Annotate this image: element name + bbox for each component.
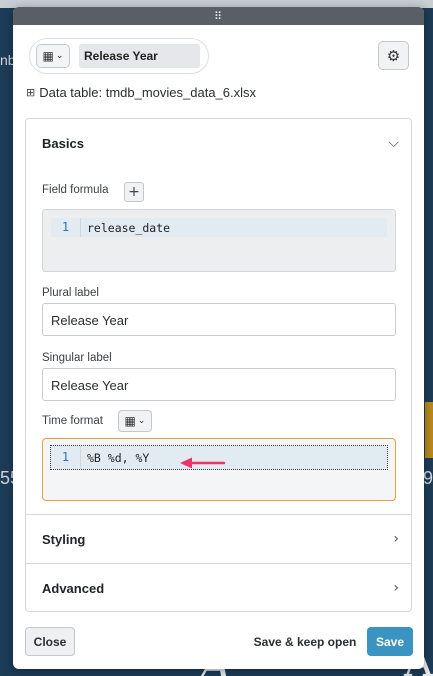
time-format-code-line: 1 %B %d, %Y xyxy=(50,445,388,470)
field-type-dropdown[interactable]: ▦ ⌄ xyxy=(36,44,70,68)
background-right-number: 9 xyxy=(422,468,433,488)
chevron-down-icon: ⌵ xyxy=(388,135,399,151)
pointer-arrow-icon xyxy=(180,457,226,469)
time-format-dropdown[interactable]: ▦ ⌄ xyxy=(118,410,152,432)
save-keep-open-button[interactable]: Save & keep open xyxy=(249,627,361,656)
line-number: 1 xyxy=(51,218,81,237)
chevron-down-icon: ⌄ xyxy=(55,51,64,61)
singular-label-label: Singular label xyxy=(42,352,112,364)
time-format-code: %B %d, %Y xyxy=(87,450,150,465)
formula-code: release_date xyxy=(87,220,171,235)
save-button[interactable]: Save xyxy=(367,627,413,656)
calendar-icon: ▦ xyxy=(42,49,54,63)
field-name-group: ▦ ⌄ Release Year xyxy=(29,38,209,74)
basics-section-header[interactable]: Basics ⌵ xyxy=(26,119,411,167)
chevron-down-icon: ⌄ xyxy=(137,416,146,426)
time-format-editor[interactable]: 1 %B %d, %Y xyxy=(42,438,396,501)
plural-label-input[interactable]: Release Year xyxy=(42,303,396,336)
add-formula-button[interactable]: + xyxy=(124,182,144,202)
field-editor-modal: ⠿ ▦ ⌄ Release Year ⚙ ⊞ Data table: tmdb_… xyxy=(13,7,424,669)
settings-accordion: Basics ⌵ Field formula + 1 release_date … xyxy=(25,118,412,612)
styling-section-header[interactable]: Styling › xyxy=(26,515,411,563)
data-table-label: Data table: tmdb_movies_data_6.xlsx xyxy=(39,85,257,100)
close-button[interactable]: Close xyxy=(25,627,75,656)
singular-label-input[interactable]: Release Year xyxy=(42,368,396,401)
advanced-section-header[interactable]: Advanced › xyxy=(26,564,411,612)
chevron-right-icon: › xyxy=(393,580,399,596)
field-formula-editor[interactable]: 1 release_date xyxy=(42,209,396,272)
plural-label-label: Plural label xyxy=(42,287,99,299)
table-icon: ⊞ xyxy=(26,86,36,99)
line-number: 1 xyxy=(51,446,81,469)
drag-handle[interactable]: ⠿ xyxy=(13,7,424,25)
data-table-info: ⊞ Data table: tmdb_movies_data_6.xlsx xyxy=(26,85,256,100)
background-right-decoration xyxy=(425,402,433,458)
advanced-title: Advanced xyxy=(42,580,105,596)
basics-title: Basics xyxy=(42,135,84,151)
styling-title: Styling xyxy=(42,531,86,547)
settings-button[interactable]: ⚙ xyxy=(378,41,409,70)
calendar-icon: ▦ xyxy=(124,414,136,428)
chevron-right-icon: › xyxy=(393,531,399,547)
field-name-input[interactable]: Release Year xyxy=(79,44,200,68)
gear-icon: ⚙ xyxy=(386,46,401,65)
plus-icon: + xyxy=(128,184,140,200)
drag-handle-icon: ⠿ xyxy=(213,10,224,23)
time-format-label: Time format xyxy=(42,415,103,427)
field-formula-label: Field formula xyxy=(42,184,109,196)
formula-code-line: 1 release_date xyxy=(51,218,387,237)
